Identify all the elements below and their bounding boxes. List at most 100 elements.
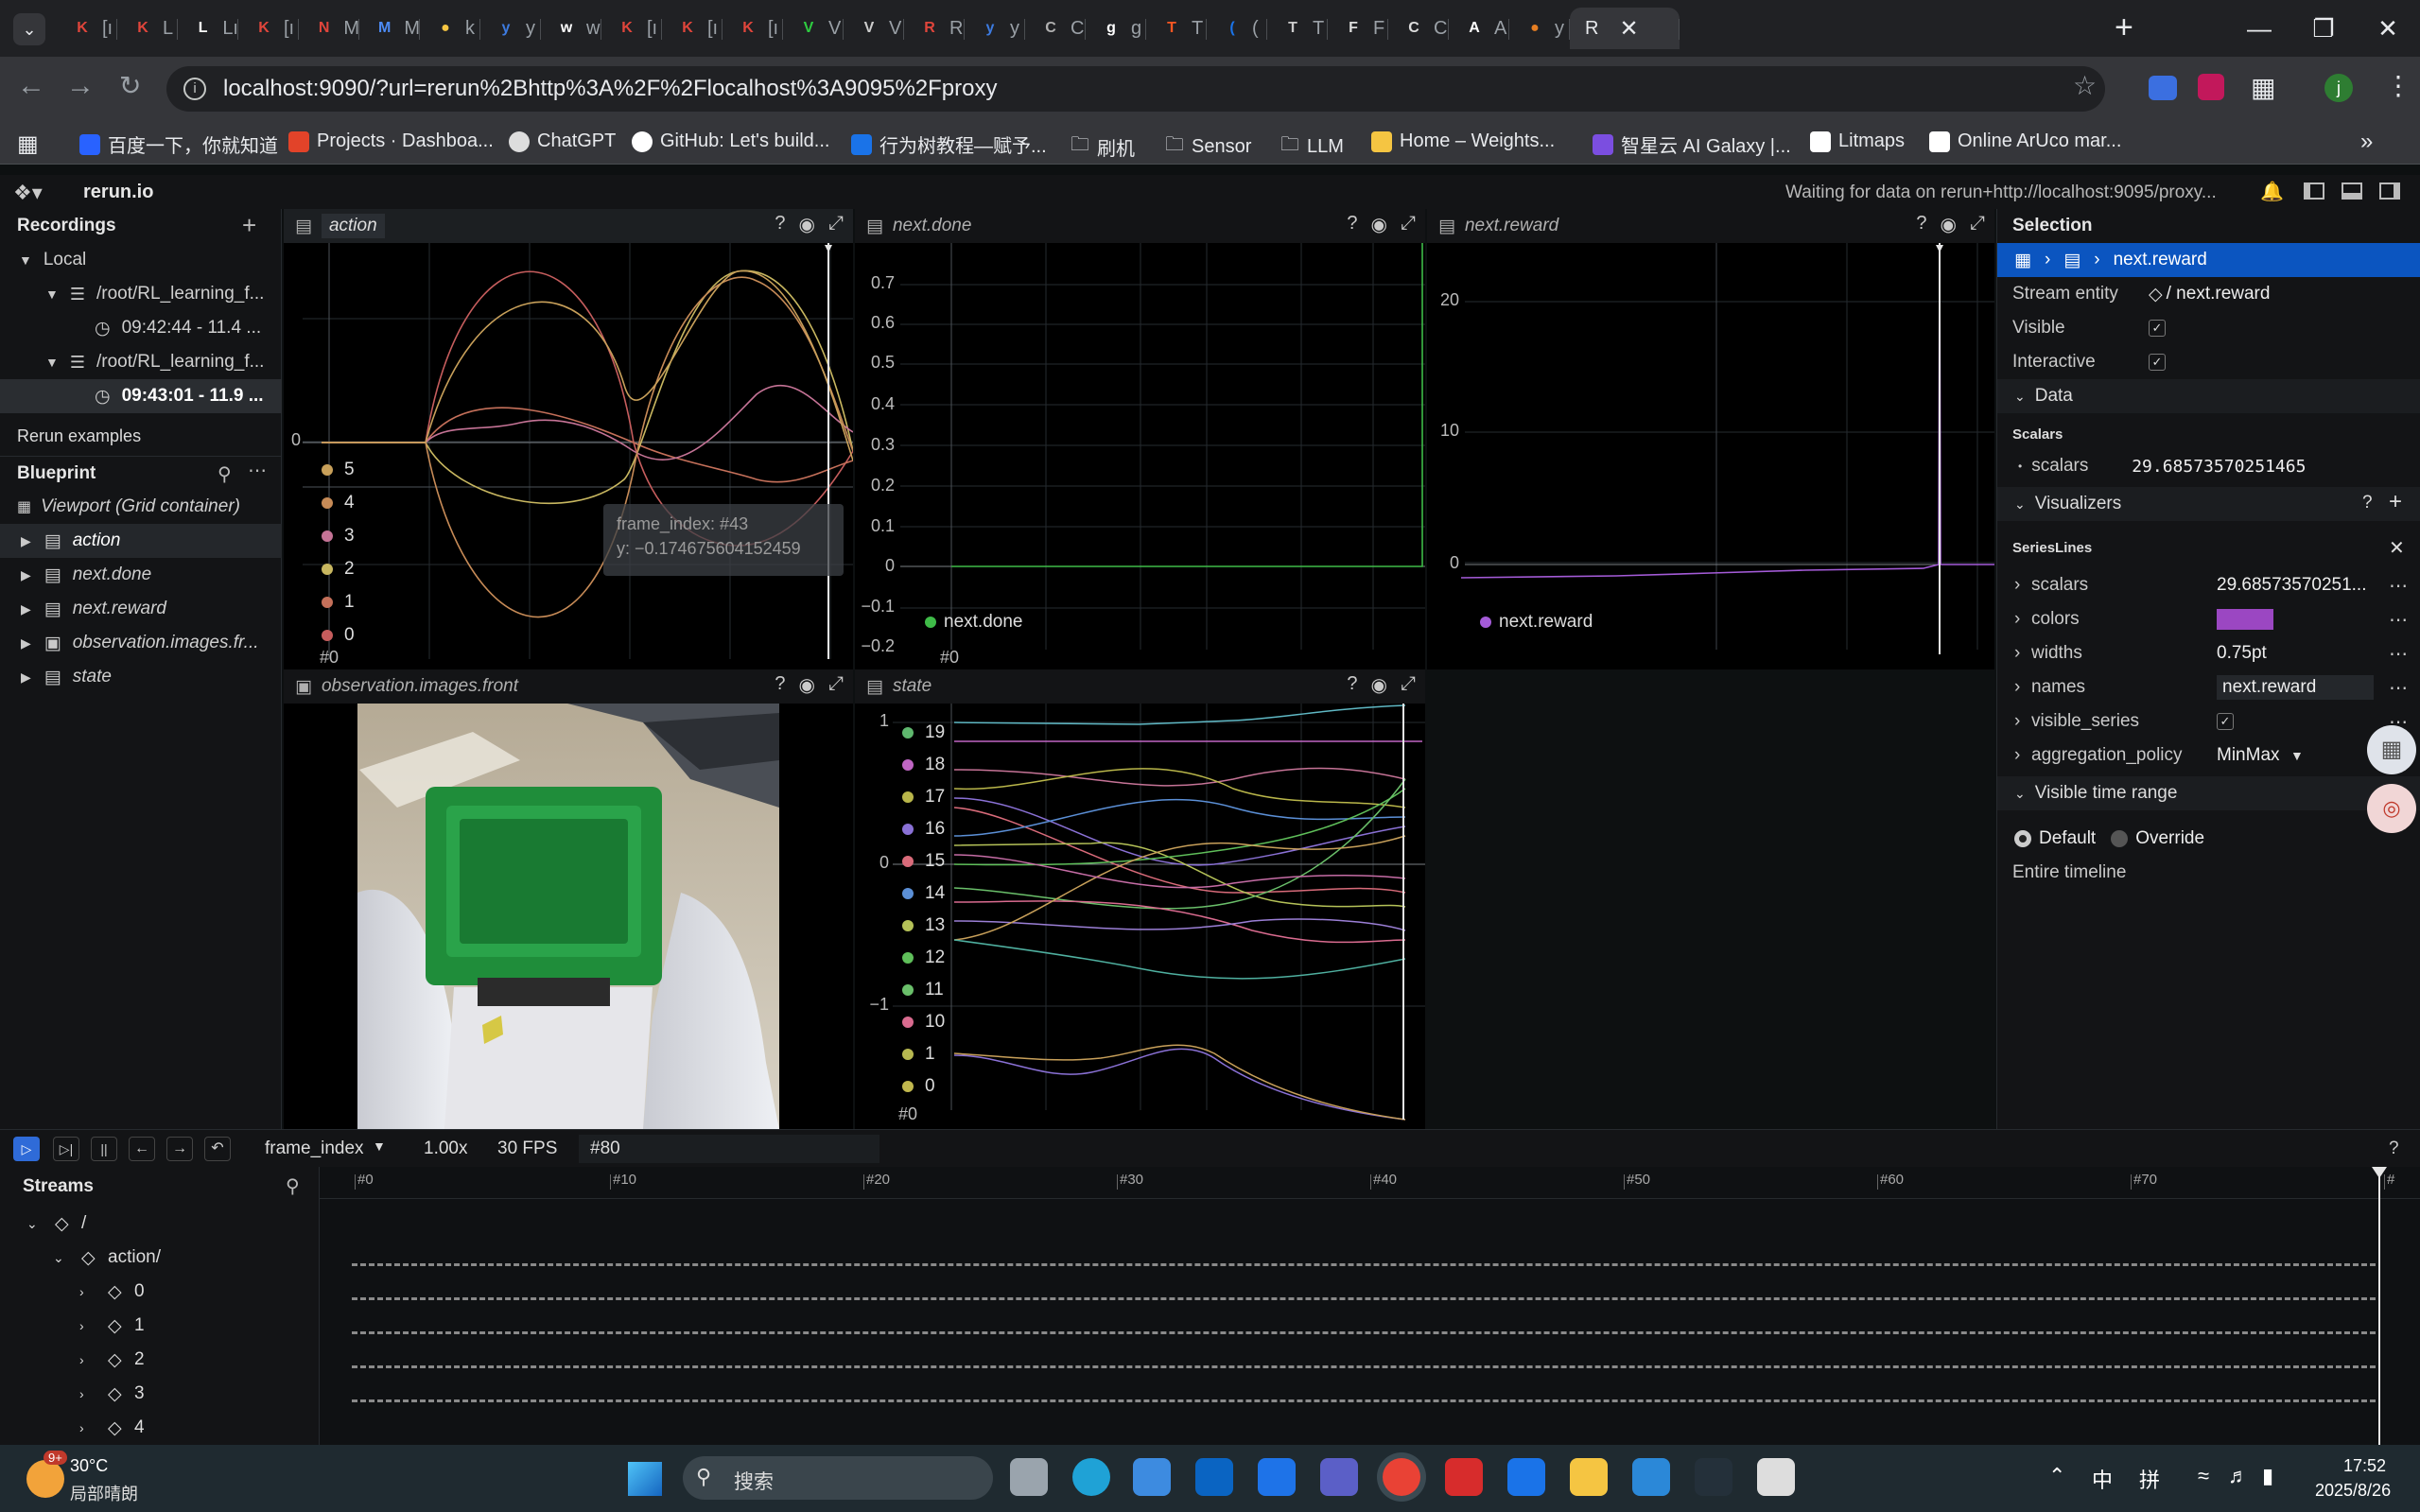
help-icon[interactable]: ? (2362, 493, 2373, 513)
add-visualizer-icon[interactable]: + (2389, 489, 2402, 515)
stream-tree-item[interactable]: › ◇ 1 (0, 1309, 320, 1343)
browser-tab[interactable]: K [ı (601, 8, 662, 49)
visualizer-prop-colors[interactable]: › colors ⋯ (1997, 602, 2420, 636)
stream-tree-item[interactable]: › ◇ 0 (0, 1275, 320, 1309)
profile-avatar[interactable]: j (2324, 74, 2353, 102)
notifications-bell-icon[interactable]: 🔔 (2260, 180, 2284, 203)
time-range-section-header[interactable]: ⌄ Visible time range (1997, 776, 2420, 810)
prop-value[interactable]: 29.68573570251... (2217, 575, 2374, 596)
next-reward-plot[interactable]: 20 10 0 next.reward (1427, 243, 1994, 669)
wps-icon[interactable] (1445, 1458, 1483, 1496)
state-plot[interactable]: 1 0 −1 #0 19 18 17 16 15 14 13 12 11 10 1 0 (855, 704, 1425, 1129)
toggle-left-panel-icon[interactable] (2304, 182, 2324, 200)
legend-item[interactable]: 3 (322, 519, 355, 552)
weather-icon[interactable] (26, 1460, 64, 1498)
bookmark-chatgpt[interactable]: ChatGPT (509, 130, 616, 152)
remove-visualizer-icon[interactable]: ✕ (2389, 536, 2405, 560)
translate-extension-icon[interactable] (2198, 74, 2224, 100)
restore-button[interactable]: ❐ (2291, 0, 2356, 57)
legend-item[interactable]: 13 (902, 910, 945, 942)
floating-grid-button[interactable]: ▦ (2367, 725, 2416, 774)
help-icon[interactable]: ? (1916, 213, 1926, 236)
toggle-right-panel-icon[interactable] (2379, 182, 2400, 200)
browser-tab[interactable]: ● y (1509, 8, 1570, 49)
wifi-icon[interactable]: ≈ (2198, 1464, 2209, 1488)
close-tab-icon[interactable]: ✕ (1619, 15, 1638, 43)
viewport-container[interactable]: ▦ Viewport (Grid container) (0, 490, 282, 524)
rerun-app-icon[interactable] (1757, 1458, 1795, 1496)
stream-tree-item[interactable]: › ◇ 3 (0, 1377, 320, 1411)
vscode-icon[interactable] (1632, 1458, 1670, 1496)
legend-item[interactable]: 4 (322, 486, 355, 519)
site-info-icon[interactable]: i (183, 78, 206, 100)
blueprint-item-observation[interactable]: ▶ ▣ observation.images.fr... (0, 626, 282, 660)
maximize-icon[interactable]: ⤢ (1970, 213, 1985, 236)
back-icon[interactable]: ← (17, 70, 45, 102)
eye-icon[interactable]: ◉ (799, 673, 815, 697)
recording-entry-1[interactable]: ◷ 09:42:44 - 11.4 ... (0, 311, 282, 345)
forward-icon[interactable]: → (66, 70, 95, 102)
rerun-logo-icon[interactable]: ❖▾ (13, 181, 43, 205)
browser-tab[interactable]: KL (117, 8, 178, 49)
bookmark-zhihu[interactable]: 行为树教程—赋予... (851, 130, 1047, 158)
browser-menu-icon[interactable]: ⋮ (2385, 70, 2411, 101)
stream-tree-item[interactable]: ⌄ ◇ action/ (0, 1241, 320, 1275)
recording-app-2[interactable]: ▼ ☰ /root/RL_learning_f... (0, 345, 282, 379)
legend-item[interactable]: 11 (902, 974, 945, 1006)
time-cursor-handle[interactable] (2372, 1167, 2387, 1178)
view-header-observation[interactable]: ▣ observation.images.front ? ◉ ⤢ (284, 669, 853, 704)
playback-speed[interactable]: 1.00x (424, 1138, 467, 1159)
recording-group-local[interactable]: ▼ Local (0, 243, 282, 277)
loop-button[interactable]: ↶ (204, 1137, 231, 1161)
more-options-icon[interactable]: ⋯ (2389, 608, 2408, 632)
close-window-button[interactable]: ✕ (2356, 0, 2420, 57)
ime-mode[interactable]: 中 (2092, 1464, 2113, 1494)
browser-tab[interactable]: AA (1449, 8, 1509, 49)
radio-default[interactable] (2014, 830, 2031, 847)
browser-tab[interactable]: VV (783, 8, 844, 49)
browser-tab[interactable]: (( (1207, 8, 1267, 49)
eye-icon[interactable]: ◉ (1371, 213, 1387, 236)
task-view-icon[interactable] (1010, 1458, 1048, 1496)
legend-item[interactable]: 10 (902, 1006, 945, 1038)
browser-tab[interactable]: TT (1267, 8, 1328, 49)
teams-icon[interactable] (1320, 1458, 1358, 1496)
legend-item[interactable]: 5 (322, 453, 355, 486)
stream-event-track[interactable] (352, 1297, 2376, 1300)
interactive-checkbox[interactable]: ✓ (2149, 354, 2166, 371)
maximize-icon[interactable]: ⤢ (828, 213, 844, 236)
brand-link[interactable]: rerun.io (83, 182, 153, 203)
browser-tab[interactable]: yy (965, 8, 1025, 49)
eye-icon[interactable]: ◉ (799, 213, 815, 236)
clock-date[interactable]: 2025/8/26 (2315, 1481, 2391, 1501)
legend-next-done[interactable]: next.done (925, 612, 1022, 633)
browser-tab[interactable]: RR (904, 8, 965, 49)
reload-icon[interactable]: ↻ (119, 70, 141, 101)
bookmark-star-icon[interactable]: ☆ (2073, 70, 2097, 101)
tab-search-button[interactable]: ⌄ (13, 13, 45, 45)
bookmark-github[interactable]: GitHub: Let's build... (632, 130, 829, 152)
browser-tab[interactable]: K [ı (57, 8, 117, 49)
bookmark-wandb[interactable]: Home – Weights... (1371, 130, 1555, 152)
stream-event-track[interactable] (352, 1331, 2376, 1334)
browser-tab[interactable]: K [ı (723, 8, 783, 49)
apps-grid-icon[interactable]: ▦ (17, 130, 39, 158)
visualizer-prop-visible-series[interactable]: › visible_series ✓ ⋯ (1997, 704, 2420, 739)
time-cursor[interactable] (2378, 1167, 2380, 1445)
bookmark-projects[interactable]: Projects · Dashboa... (288, 130, 494, 152)
action-plot[interactable]: 0 #0 543210 frame_index: #43 y: −0.17467… (284, 243, 853, 669)
extensions-puzzle-icon[interactable]: ▦ (2251, 72, 2275, 103)
battery-icon[interactable]: ▮ (2262, 1464, 2273, 1488)
floating-translate-button[interactable]: ◎ (2367, 784, 2416, 833)
bookmark-litmaps[interactable]: Litmaps (1810, 130, 1905, 152)
blueprint-item-next-reward[interactable]: ▶ ▤ next.reward (0, 592, 282, 626)
browser-tab[interactable]: ● k (420, 8, 480, 49)
browser-tab[interactable]: CC (1025, 8, 1086, 49)
browser-tab[interactable]: L Lı (178, 8, 238, 49)
edge-icon[interactable] (1072, 1458, 1110, 1496)
eye-icon[interactable]: ◉ (1371, 673, 1387, 697)
help-icon[interactable]: ? (775, 673, 785, 697)
stream-entity-value[interactable]: / next.reward (2167, 284, 2271, 304)
step-back-button[interactable]: ← (129, 1137, 155, 1161)
bookmark-folder-sensor[interactable]: 🗀 Sensor (1165, 130, 1251, 163)
